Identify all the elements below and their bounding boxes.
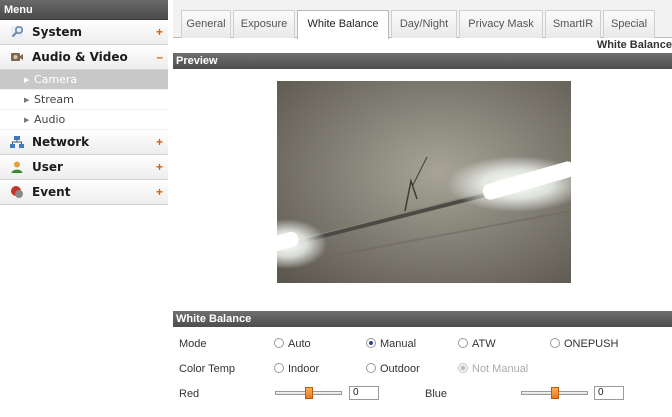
tab-bar: General Exposure White Balance Day/Night… [173,0,672,39]
sidebar-item-label: Network [32,135,90,149]
blue-slider[interactable] [521,387,588,399]
sidebar: Menu System + Audio & Video – ▶ Camera ▶ S… [0,0,168,417]
triangle-right-icon: ▶ [24,76,30,84]
red-slider[interactable] [275,387,342,399]
sidebar-subitem-camera[interactable]: ▶ Camera [0,70,168,90]
sidebar-subitem-stream[interactable]: ▶ Stream [0,90,168,110]
expand-icon[interactable]: + [156,180,163,205]
triangle-right-icon: ▶ [24,116,30,124]
mode-label: Mode [179,338,207,350]
option-label: Auto [288,338,311,350]
tab-privacy-mask[interactable]: Privacy Mask [459,10,543,38]
radio-selected-icon [458,363,468,373]
tab-smartir[interactable]: SmartIR [545,10,601,38]
user-icon [10,160,24,174]
event-icon [10,185,24,199]
color-temp-outdoor-radio[interactable]: Outdoor [366,363,420,375]
option-label: Outdoor [380,363,420,375]
page-title: White Balance [596,39,672,51]
sidebar-subitem-audio[interactable]: ▶ Audio [0,110,168,130]
expand-icon[interactable]: + [156,130,163,155]
menu-header: Menu [0,0,168,20]
radio-circle-icon [458,338,468,348]
expand-icon[interactable]: + [156,20,163,45]
blue-label: Blue [425,388,448,400]
radio-circle-icon [550,338,560,348]
radio-selected-icon [366,338,376,348]
sidebar-subitem-label: Stream [34,93,74,106]
camera-icon [10,50,24,64]
tab-day-night[interactable]: Day/Night [391,10,457,38]
radio-circle-icon [274,363,284,373]
camera-preview [277,81,571,283]
color-temp-not-manual-radio: Not Manual [458,363,528,375]
sidebar-item-user[interactable]: User + [0,155,168,180]
expand-icon[interactable]: + [156,155,163,180]
preview-header: Preview [173,53,672,69]
radio-circle-icon [274,338,284,348]
option-label: Not Manual [472,363,529,375]
slider-thumb[interactable] [305,387,313,399]
white-balance-header: White Balance [173,311,672,327]
mode-atw-radio[interactable]: ATW [458,338,496,350]
option-label: Manual [380,338,417,350]
option-label: ATW [472,338,496,350]
sidebar-item-label: Audio & Video [32,50,128,64]
tab-white-balance[interactable]: White Balance [297,10,389,39]
sidebar-subitem-label: Audio [34,113,66,126]
mode-auto-radio[interactable]: Auto [274,338,311,350]
option-label: Indoor [288,363,320,375]
collapse-icon[interactable]: – [156,45,163,70]
sidebar-item-label: Event [32,185,71,199]
red-value-field[interactable]: 0 [349,386,379,400]
sidebar-item-audio-video[interactable]: Audio & Video – [0,45,168,70]
tab-special[interactable]: Special [603,10,655,38]
mode-manual-radio[interactable]: Manual [366,338,416,350]
wrench-icon [10,25,24,39]
tab-general[interactable]: General [181,10,231,38]
sidebar-item-event[interactable]: Event + [0,180,168,205]
red-label: Red [179,388,200,400]
blue-value-field[interactable]: 0 [594,386,624,400]
slider-thumb[interactable] [551,387,559,399]
sidebar-item-label: User [32,160,63,174]
triangle-right-icon: ▶ [24,96,30,104]
tab-exposure[interactable]: Exposure [233,10,295,38]
sidebar-item-label: System [32,25,82,39]
radio-circle-icon [366,363,376,373]
sidebar-subitem-label: Camera [34,73,78,86]
sidebar-item-network[interactable]: Network + [0,130,168,155]
color-temp-label: Color Temp [179,363,236,375]
sidebar-item-system[interactable]: System + [0,20,168,45]
color-temp-indoor-radio[interactable]: Indoor [274,363,319,375]
network-icon [10,135,24,149]
option-label: ONEPUSH [564,338,619,350]
mode-onepush-radio[interactable]: ONEPUSH [550,338,618,350]
